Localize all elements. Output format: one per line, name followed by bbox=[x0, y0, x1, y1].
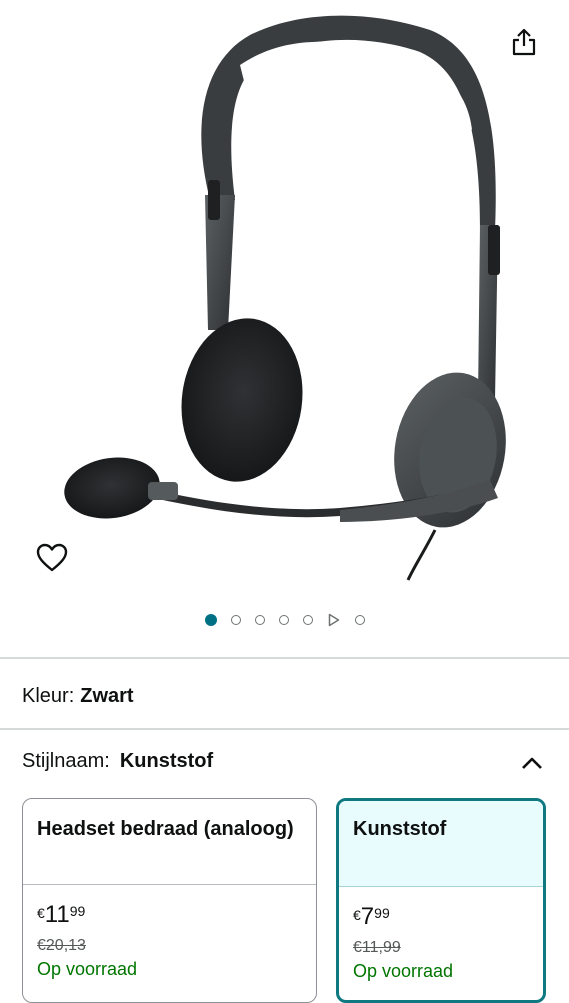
price-currency: € bbox=[37, 905, 45, 921]
option-title: Headset bedraad (analoog) bbox=[23, 799, 316, 885]
option-availability: Op voorraad bbox=[353, 961, 454, 981]
option-price: €7 99 bbox=[353, 903, 529, 931]
style-value: Kunststof bbox=[119, 750, 214, 772]
option-availability: Op voorraad bbox=[37, 959, 138, 979]
product-image-gallery bbox=[0, 0, 569, 658]
style-label: Stijlnaam: bbox=[22, 750, 110, 772]
carousel-dot-5[interactable] bbox=[302, 615, 313, 625]
option-title: Kunststof bbox=[339, 801, 543, 887]
carousel-dot-4[interactable] bbox=[278, 615, 289, 625]
divider bbox=[0, 657, 569, 659]
price-fraction: 99 bbox=[374, 905, 390, 921]
color-value: Zwart bbox=[80, 685, 134, 707]
carousel-dot-2[interactable] bbox=[230, 615, 241, 625]
style-option-kunststof[interactable]: Kunststof €7 99 €11,99 Op voorraad bbox=[336, 798, 546, 1003]
style-selector-toggle[interactable]: Stijlnaam: Kunststof bbox=[22, 750, 547, 778]
chevron-up-icon bbox=[517, 748, 547, 778]
share-button[interactable] bbox=[506, 24, 542, 60]
carousel-video-dot[interactable] bbox=[327, 613, 341, 627]
carousel-dot-1[interactable] bbox=[204, 614, 217, 626]
image-carousel-dots bbox=[0, 608, 569, 632]
price-currency: € bbox=[353, 907, 361, 923]
carousel-dot-3[interactable] bbox=[254, 615, 265, 625]
price-fraction: 99 bbox=[69, 903, 86, 919]
heart-icon bbox=[36, 543, 68, 572]
color-label: Kleur: bbox=[22, 685, 75, 707]
play-icon bbox=[328, 613, 339, 627]
style-option-headset-bedraad[interactable]: Headset bedraad (analoog) €11 99 €20,13 O… bbox=[22, 798, 317, 1003]
option-old-price: €11,99 bbox=[353, 939, 401, 956]
share-icon bbox=[512, 28, 536, 56]
divider bbox=[0, 728, 569, 730]
carousel-dot-6[interactable] bbox=[354, 615, 365, 625]
option-price: €11 99 bbox=[37, 901, 302, 929]
product-image[interactable] bbox=[40, 0, 520, 590]
price-whole: 7 bbox=[360, 903, 375, 930]
color-selector: Kleur: Zwart bbox=[22, 685, 134, 708]
price-whole: 11 bbox=[44, 901, 70, 928]
wishlist-button[interactable] bbox=[32, 538, 72, 578]
option-old-price: €20,13 bbox=[37, 937, 86, 954]
